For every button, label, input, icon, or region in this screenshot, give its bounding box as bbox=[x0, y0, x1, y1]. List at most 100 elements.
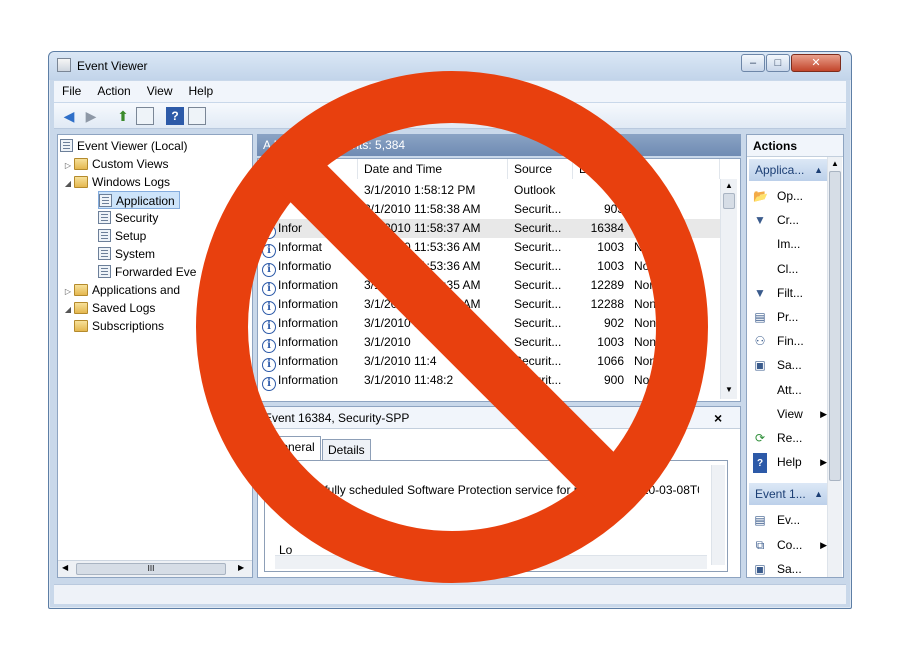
tree-horizontal-scrollbar[interactable]: ◀ III ▶ bbox=[58, 560, 252, 577]
action-item[interactable]: ▼ Cr... bbox=[753, 209, 829, 231]
table-row[interactable]: i 3/1/2010 1:58:12 PM Outlook bbox=[258, 181, 720, 201]
action-item[interactable]: 📂 Op... bbox=[753, 185, 829, 207]
show-hide-tree-icon[interactable] bbox=[136, 107, 154, 125]
column-task-category[interactable]: C... bbox=[628, 159, 720, 179]
collapse-arrow-icon[interactable]: ◢ bbox=[62, 301, 74, 319]
table-row[interactable]: i Information 3/1/2010 11:53:35 AM Securit.… bbox=[258, 276, 720, 296]
table-row[interactable]: i Information 3/1/2010 Securit... 1003 Non bbox=[258, 333, 720, 353]
menu-view[interactable]: View bbox=[139, 81, 181, 98]
action-label: Cl... bbox=[777, 261, 799, 276]
scroll-down-icon[interactable]: ▼ bbox=[725, 385, 733, 394]
tree-item-security[interactable]: Security bbox=[98, 209, 158, 227]
scroll-up-icon[interactable]: ▲ bbox=[831, 159, 839, 168]
grid-vertical-scrollbar[interactable]: ▲ ▼ bbox=[720, 179, 737, 399]
detail-horizontal-scrollbar[interactable] bbox=[275, 555, 707, 569]
information-icon: i bbox=[262, 358, 276, 372]
action-item[interactable]: ▤ Pr... bbox=[753, 306, 829, 328]
action-item[interactable]: View ▶ bbox=[753, 403, 829, 425]
action-item[interactable]: Cl... bbox=[753, 258, 829, 280]
action-item[interactable]: ⟳ Re... bbox=[753, 427, 829, 449]
table-row[interactable]: i 3/1/2010 11:58:38 AM Securit... 903 bbox=[258, 200, 720, 220]
up-folder-icon[interactable]: ⬆ bbox=[114, 107, 132, 125]
table-row[interactable]: i Informat 3/1/2010 11:53:36 AM Securit... 1… bbox=[258, 238, 720, 258]
back-arrow-icon[interactable]: ◀ bbox=[60, 107, 78, 125]
cell-text: Non bbox=[634, 297, 657, 311]
actions-vertical-scrollbar[interactable]: ▲ bbox=[827, 157, 842, 577]
action-item[interactable]: ▤ Ev... bbox=[753, 509, 829, 531]
information-icon: i bbox=[262, 339, 276, 353]
tree-item-applications-and-services[interactable]: ▷ Applications and bbox=[62, 281, 180, 299]
action-item[interactable]: ⚇ Fin... bbox=[753, 330, 829, 352]
tab-general[interactable]: General bbox=[266, 436, 321, 461]
cell-text: Information bbox=[278, 316, 339, 330]
actions-group-label: Event 1... bbox=[755, 487, 806, 502]
help-icon: ? bbox=[753, 453, 767, 474]
menu-action[interactable]: Action bbox=[89, 81, 138, 98]
column-event-id[interactable]: Ev bbox=[573, 159, 628, 179]
column-source[interactable]: Source bbox=[508, 159, 573, 179]
collapse-arrow-icon[interactable]: ◢ bbox=[62, 175, 74, 193]
menu-help[interactable]: Help bbox=[181, 81, 222, 98]
tree-item-custom-views[interactable]: ▷ Custom Views bbox=[62, 155, 169, 173]
cell-date: 3/1/2010 11:5 bbox=[364, 314, 504, 333]
scroll-thumb[interactable]: III bbox=[76, 563, 226, 575]
actions-group-header[interactable]: Applica... ▲ bbox=[749, 159, 827, 181]
tree-item-system[interactable]: System bbox=[98, 245, 155, 263]
cell-date: 3/1/2010 11:53:36 AM bbox=[364, 257, 504, 276]
cell-level: i Information bbox=[262, 333, 358, 353]
column-date-time[interactable]: Date and Time bbox=[358, 159, 508, 179]
table-row[interactable]: i Information 3/1/2010 11:5 Securit... 902 No… bbox=[258, 314, 720, 334]
column-level[interactable] bbox=[258, 159, 358, 179]
tree-item-windows-logs[interactable]: ◢ Windows Logs bbox=[62, 173, 170, 191]
cell-source: Securit... bbox=[514, 276, 574, 295]
scroll-thumb[interactable] bbox=[829, 171, 841, 481]
tree-item-saved-logs[interactable]: ◢ Saved Logs bbox=[62, 299, 155, 317]
minimize-button[interactable]: – bbox=[741, 54, 765, 72]
cell-text: 16384 bbox=[590, 221, 624, 235]
collapse-arrow-icon[interactable]: ▲ bbox=[814, 483, 823, 505]
actions-group-header[interactable]: Event 1... ▲ bbox=[749, 483, 827, 506]
tab-details[interactable]: Details bbox=[322, 439, 371, 460]
cell-source: Securit... bbox=[514, 333, 574, 352]
cell-cat: Non bbox=[634, 257, 694, 276]
close-detail-button[interactable]: × bbox=[714, 410, 722, 426]
action-label: Re... bbox=[777, 431, 803, 445]
action-item[interactable]: ? Help ▶ bbox=[753, 451, 829, 474]
table-row[interactable]: i Information 3/1/2010 11:53:35 AM Securit.… bbox=[258, 295, 720, 315]
table-row[interactable]: i Information 3/1/2010 11:48:2 Securit... 90… bbox=[258, 371, 720, 391]
scroll-up-icon[interactable]: ▲ bbox=[725, 181, 733, 190]
action-item[interactable]: ▣ Sa... bbox=[753, 354, 829, 376]
forward-arrow-icon[interactable]: ▶ bbox=[82, 107, 100, 125]
scroll-left-icon[interactable]: ◀ bbox=[62, 563, 68, 572]
action-item[interactable]: Att... bbox=[753, 379, 829, 401]
table-row[interactable]: i Informatio 3/1/2010 11:53:36 AM Securit..… bbox=[258, 257, 720, 277]
action-item[interactable]: Im... bbox=[753, 233, 829, 255]
tree-item-setup[interactable]: Setup bbox=[98, 227, 146, 245]
close-button[interactable]: ✕ bbox=[791, 54, 841, 72]
cell-level: i Information bbox=[262, 371, 358, 391]
cell-text: Securit... bbox=[514, 373, 562, 387]
binoculars-icon: ⚇ bbox=[754, 334, 766, 349]
maximize-button[interactable]: □ bbox=[766, 54, 790, 72]
cell-text: Securit... bbox=[514, 335, 562, 349]
help-icon[interactable]: ? bbox=[166, 107, 184, 125]
detail-vertical-scrollbar[interactable] bbox=[711, 465, 725, 565]
action-item[interactable]: ▣ Sa... bbox=[753, 558, 829, 580]
tree-item-subscriptions[interactable]: Subscriptions bbox=[74, 317, 164, 335]
cell-level: i Information bbox=[262, 352, 358, 372]
tree-item-event-viewer-local[interactable]: Event Viewer (Local) bbox=[60, 137, 188, 155]
action-item[interactable]: ▼ Filt... bbox=[753, 282, 829, 304]
show-hide-actions-icon[interactable] bbox=[188, 107, 206, 125]
scroll-thumb[interactable] bbox=[723, 193, 735, 209]
tree-item-application[interactable]: Application bbox=[98, 191, 180, 209]
table-row[interactable]: i Information 3/1/2010 11:4 Securit... 1066 N… bbox=[258, 352, 720, 372]
scroll-right-icon[interactable]: ▶ bbox=[238, 563, 244, 572]
collapse-arrow-icon[interactable]: ▲ bbox=[814, 159, 823, 181]
tree-item-forwarded-events[interactable]: Forwarded Eve bbox=[98, 263, 196, 281]
submenu-arrow-icon: ▶ bbox=[820, 457, 827, 468]
cell-date: 3/1/2010 11:4 bbox=[364, 352, 504, 371]
action-item[interactable]: ⧉ Co... ▶ bbox=[753, 534, 829, 556]
table-row[interactable]: i Infor 3/1/2010 11:58:37 AM Securit... 1638… bbox=[258, 219, 720, 239]
cell-text: Securit... bbox=[514, 221, 562, 235]
menu-file[interactable]: File bbox=[54, 81, 89, 98]
